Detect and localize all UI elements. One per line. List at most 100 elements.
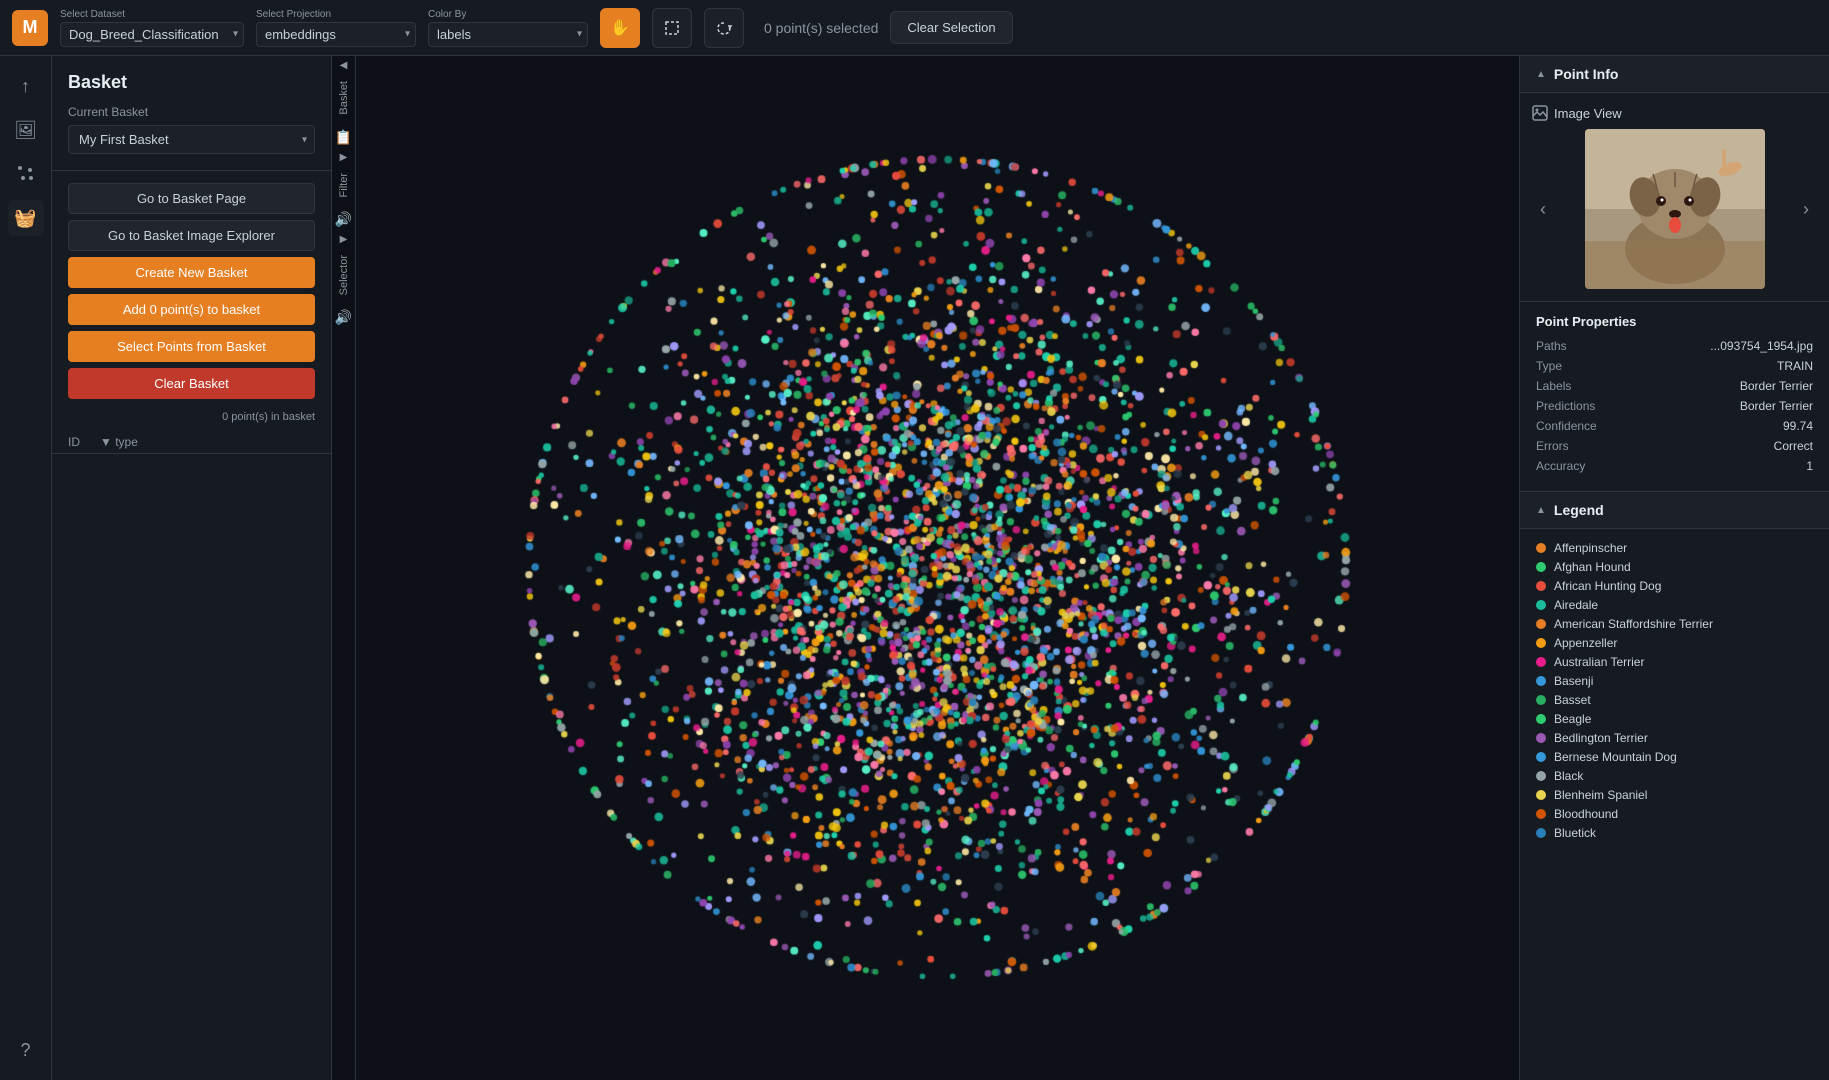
next-image-button[interactable]: › <box>1795 195 1817 224</box>
prop-value: 99.74 <box>1783 419 1813 433</box>
lasso-tool-button[interactable] <box>704 8 744 48</box>
help-button[interactable]: ? <box>8 1032 44 1068</box>
hand-tool-button[interactable]: ✋ <box>600 8 640 48</box>
legend-container: AffenpinscherAfghan HoundAfrican Hunting… <box>1536 541 1813 840</box>
app-logo: M <box>12 10 48 46</box>
legend-item: Blenheim Spaniel <box>1536 788 1813 802</box>
scatter-button[interactable] <box>8 156 44 192</box>
legend-item: Beagle <box>1536 712 1813 726</box>
dataset-group: Select Dataset Dog_Breed_Classification <box>60 9 244 47</box>
legend-item: Australian Terrier <box>1536 655 1813 669</box>
selection-count: 0 point(s) selected <box>764 20 878 36</box>
goto-basket-page-button[interactable]: Go to Basket Page <box>68 183 315 214</box>
select-points-button[interactable]: Select Points from Basket <box>68 331 315 362</box>
scatter-canvas[interactable] <box>356 56 1519 1080</box>
legend-item: Black <box>1536 769 1813 783</box>
prop-value: Border Terrier <box>1740 379 1813 393</box>
colorby-select[interactable]: labels <box>428 22 588 47</box>
clear-selection-button[interactable]: Clear Selection <box>890 11 1012 44</box>
point-properties-title: Point Properties <box>1536 314 1813 329</box>
dataset-label: Select Dataset <box>60 9 244 20</box>
upload-button[interactable]: ↑ <box>8 68 44 104</box>
legend-item: Afghan Hound <box>1536 560 1813 574</box>
basket-actions: Go to Basket Page Go to Basket Image Exp… <box>52 171 331 411</box>
legend-dot <box>1536 638 1546 648</box>
basket-header: Basket Current Basket My First Basket <box>52 56 331 171</box>
basket-table-header: ID ▼ type <box>52 431 331 454</box>
expand-chevron-2[interactable]: ▶ <box>340 234 348 245</box>
projection-select[interactable]: embeddings <box>256 22 416 47</box>
legend-dot <box>1536 714 1546 724</box>
legend-label: Black <box>1554 769 1583 783</box>
point-info-chevron[interactable]: ▲ <box>1536 69 1546 80</box>
prev-image-button[interactable]: ‹ <box>1532 195 1554 224</box>
legend-section: AffenpinscherAfghan HoundAfrican Hunting… <box>1520 529 1829 857</box>
prop-row: Confidence99.74 <box>1536 419 1813 433</box>
legend-dot <box>1536 657 1546 667</box>
legend-item: Basenji <box>1536 674 1813 688</box>
legend-dot <box>1536 600 1546 610</box>
basket-button[interactable]: 🧺 <box>8 200 44 236</box>
prop-row: Predictions Border Terrier <box>1536 399 1813 413</box>
legend-chevron[interactable]: ▲ <box>1536 505 1546 516</box>
point-info-title: Point Info <box>1554 66 1619 82</box>
legend-label: Afghan Hound <box>1554 560 1631 574</box>
legend-dot <box>1536 619 1546 629</box>
legend-label: Bernese Mountain Dog <box>1554 750 1677 764</box>
selector-tab-icon[interactable]: 🔊 <box>331 305 356 330</box>
legend-label: American Staffordshire Terrier <box>1554 617 1713 631</box>
legend-dot <box>1536 581 1546 591</box>
legend-item: American Staffordshire Terrier <box>1536 617 1813 631</box>
props-container: Paths...093754_1954.jpgTypeTRAINLabelsBo… <box>1536 339 1813 473</box>
projection-select-wrapper: embeddings <box>256 22 416 47</box>
legend-label: Basset <box>1554 693 1591 707</box>
point-properties: Point Properties Paths...093754_1954.jpg… <box>1520 302 1829 492</box>
dataset-select-wrapper: Dog_Breed_Classification <box>60 22 244 47</box>
basket-select-wrapper: My First Basket <box>68 125 315 154</box>
prop-value: Border Terrier <box>1740 399 1813 413</box>
legend-item: Basset <box>1536 693 1813 707</box>
image-button[interactable]: 🖼 <box>8 112 44 148</box>
expand-chevron[interactable]: ▶ <box>340 152 348 163</box>
filter-tab-icon[interactable]: 🔊 <box>331 207 356 232</box>
legend-dot <box>1536 752 1546 762</box>
collapse-chevron[interactable]: ◀ <box>340 60 348 71</box>
dataset-select[interactable]: Dog_Breed_Classification <box>60 22 244 47</box>
colorby-label: Color By <box>428 9 588 20</box>
basket-tab[interactable]: Basket <box>334 73 354 123</box>
col-type: ▼ type <box>100 435 138 449</box>
colorby-group: Color By labels <box>428 9 588 47</box>
legend-label: Blenheim Spaniel <box>1554 788 1647 802</box>
basket-tab-icon[interactable]: 📋 <box>331 125 356 150</box>
legend-item: Bedlington Terrier <box>1536 731 1813 745</box>
image-view-container: Image View ‹ <box>1520 93 1829 302</box>
basket-count: 0 point(s) in basket <box>52 411 331 431</box>
filter-tab[interactable]: Filter <box>334 165 354 205</box>
legend-item: Affenpinscher <box>1536 541 1813 555</box>
basket-select[interactable]: My First Basket <box>68 125 315 154</box>
col-id: ID <box>68 435 80 449</box>
legend-dot <box>1536 790 1546 800</box>
scatter-canvas-area[interactable] <box>356 56 1519 1080</box>
prop-row: LabelsBorder Terrier <box>1536 379 1813 393</box>
prop-key: Predictions <box>1536 399 1595 413</box>
prop-value: Correct <box>1774 439 1813 453</box>
goto-basket-explorer-button[interactable]: Go to Basket Image Explorer <box>68 220 315 251</box>
add-points-button[interactable]: Add 0 point(s) to basket <box>68 294 315 325</box>
box-select-tool-button[interactable] <box>652 8 692 48</box>
legend-dot <box>1536 676 1546 686</box>
clear-basket-button[interactable]: Clear Basket <box>68 368 315 399</box>
selector-tab[interactable]: Selector <box>334 247 354 303</box>
right-panel: ▲ Point Info Image View ‹ <box>1519 56 1829 1080</box>
colorby-select-wrapper: labels <box>428 22 588 47</box>
prop-value: 1 <box>1806 459 1813 473</box>
create-new-basket-button[interactable]: Create New Basket <box>68 257 315 288</box>
prop-row: TypeTRAIN <box>1536 359 1813 373</box>
projection-group: Select Projection embeddings <box>256 9 416 47</box>
image-icon <box>1532 105 1548 121</box>
dog-image <box>1585 129 1765 289</box>
legend-label: Airedale <box>1554 598 1598 612</box>
projection-label: Select Projection <box>256 9 416 20</box>
basket-panel: Basket Current Basket My First Basket Go… <box>52 56 332 1080</box>
dog-svg <box>1585 129 1765 289</box>
